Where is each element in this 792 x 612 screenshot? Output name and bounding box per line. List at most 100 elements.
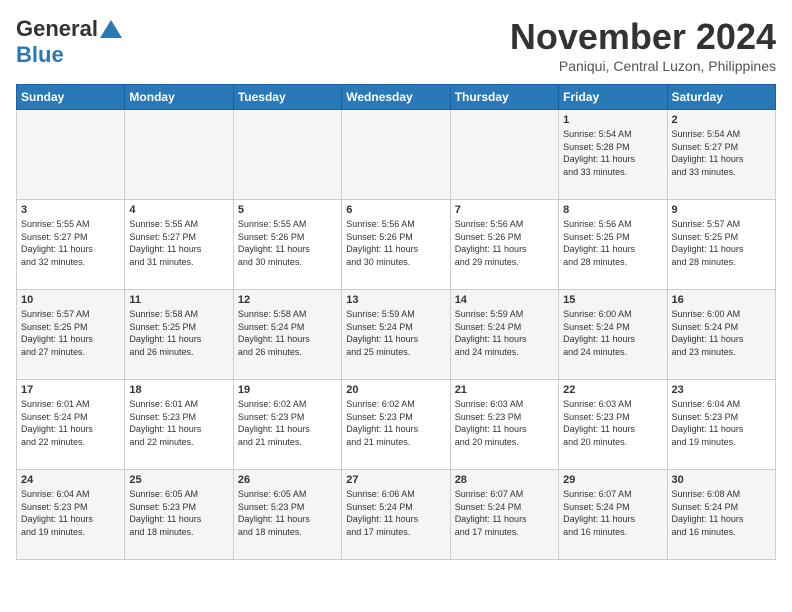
calendar-cell: 28 Sunrise: 6:07 AM Sunset: 5:24 PM Dayli… xyxy=(450,470,558,560)
day-number: 18 xyxy=(129,384,228,396)
day-number: 7 xyxy=(455,204,554,216)
calendar-cell: 27Sunrise: 6:06 AM Sunset: 5:24 PM Dayli… xyxy=(342,470,450,560)
calendar-cell xyxy=(450,110,558,200)
calendar-cell: 26 Sunrise: 6:05 AM Sunset: 5:23 PM Dayli… xyxy=(233,470,341,560)
calendar-cell: 18 Sunrise: 6:01 AM Sunset: 5:23 PM Dayli… xyxy=(125,380,233,470)
day-info: Sunrise: 6:02 AM Sunset: 5:23 PM Dayligh… xyxy=(346,398,445,448)
calendar-cell: 24Sunrise: 6:04 AM Sunset: 5:23 PM Dayli… xyxy=(17,470,125,560)
day-number: 6 xyxy=(346,204,445,216)
calendar-week-2: 3 Sunrise: 5:55 AM Sunset: 5:27 PM Daylig… xyxy=(17,200,776,290)
day-info: Sunrise: 6:07 AM Sunset: 5:24 PM Dayligh… xyxy=(455,488,554,538)
column-header-saturday: Saturday xyxy=(667,85,775,110)
day-number: 30 xyxy=(672,474,771,486)
calendar-cell: 11 Sunrise: 5:58 AM Sunset: 5:25 PM Dayli… xyxy=(125,290,233,380)
calendar-cell: 21Sunrise: 6:03 AM Sunset: 5:23 PM Dayli… xyxy=(450,380,558,470)
day-number: 5 xyxy=(238,204,337,216)
day-number: 2 xyxy=(672,114,771,126)
calendar-week-3: 10Sunrise: 5:57 AM Sunset: 5:25 PM Dayli… xyxy=(17,290,776,380)
column-header-sunday: Sunday xyxy=(17,85,125,110)
day-info: Sunrise: 6:03 AM Sunset: 5:23 PM Dayligh… xyxy=(455,398,554,448)
column-header-thursday: Thursday xyxy=(450,85,558,110)
day-info: Sunrise: 6:02 AM Sunset: 5:23 PM Dayligh… xyxy=(238,398,337,448)
day-number: 12 xyxy=(238,294,337,306)
calendar-cell: 3 Sunrise: 5:55 AM Sunset: 5:27 PM Daylig… xyxy=(17,200,125,290)
day-number: 8 xyxy=(563,204,662,216)
calendar-cell: 25Sunrise: 6:05 AM Sunset: 5:23 PM Dayli… xyxy=(125,470,233,560)
day-number: 26 xyxy=(238,474,337,486)
calendar-cell: 5 Sunrise: 5:55 AM Sunset: 5:26 PM Daylig… xyxy=(233,200,341,290)
day-info: Sunrise: 5:56 AM Sunset: 5:25 PM Dayligh… xyxy=(563,218,662,268)
calendar-week-4: 17 Sunrise: 6:01 AM Sunset: 5:24 PM Dayli… xyxy=(17,380,776,470)
day-info: Sunrise: 6:05 AM Sunset: 5:23 PM Dayligh… xyxy=(238,488,337,538)
logo-blue: Blue xyxy=(16,42,64,67)
day-number: 15 xyxy=(563,294,662,306)
calendar-cell xyxy=(342,110,450,200)
location: Paniqui, Central Luzon, Philippines xyxy=(510,58,776,74)
calendar-cell: 23Sunrise: 6:04 AM Sunset: 5:23 PM Dayli… xyxy=(667,380,775,470)
day-number: 19 xyxy=(238,384,337,396)
day-number: 28 xyxy=(455,474,554,486)
day-info: Sunrise: 5:59 AM Sunset: 5:24 PM Dayligh… xyxy=(346,308,445,358)
calendar-cell: 12 Sunrise: 5:58 AM Sunset: 5:24 PM Dayli… xyxy=(233,290,341,380)
day-number: 16 xyxy=(672,294,771,306)
calendar-cell xyxy=(17,110,125,200)
logo-icon xyxy=(100,18,122,40)
day-info: Sunrise: 6:00 AM Sunset: 5:24 PM Dayligh… xyxy=(563,308,662,358)
day-number: 13 xyxy=(346,294,445,306)
calendar-cell: 29 Sunrise: 6:07 AM Sunset: 5:24 PM Dayli… xyxy=(559,470,667,560)
logo-general: General xyxy=(16,16,98,42)
calendar-week-5: 24Sunrise: 6:04 AM Sunset: 5:23 PM Dayli… xyxy=(17,470,776,560)
calendar-cell: 8 Sunrise: 5:56 AM Sunset: 5:25 PM Daylig… xyxy=(559,200,667,290)
page-header: General Blue November 2024 Paniqui, Cent… xyxy=(16,16,776,74)
day-info: Sunrise: 6:00 AM Sunset: 5:24 PM Dayligh… xyxy=(672,308,771,358)
column-header-wednesday: Wednesday xyxy=(342,85,450,110)
column-header-monday: Monday xyxy=(125,85,233,110)
day-info: Sunrise: 5:54 AM Sunset: 5:28 PM Dayligh… xyxy=(563,128,662,178)
day-info: Sunrise: 5:57 AM Sunset: 5:25 PM Dayligh… xyxy=(672,218,771,268)
calendar-cell: 1Sunrise: 5:54 AM Sunset: 5:28 PM Daylig… xyxy=(559,110,667,200)
day-number: 27 xyxy=(346,474,445,486)
calendar-cell: 14Sunrise: 5:59 AM Sunset: 5:24 PM Dayli… xyxy=(450,290,558,380)
calendar-cell: 30 Sunrise: 6:08 AM Sunset: 5:24 PM Dayli… xyxy=(667,470,775,560)
day-info: Sunrise: 5:58 AM Sunset: 5:25 PM Dayligh… xyxy=(129,308,228,358)
day-info: Sunrise: 5:58 AM Sunset: 5:24 PM Dayligh… xyxy=(238,308,337,358)
calendar-cell: 13 Sunrise: 5:59 AM Sunset: 5:24 PM Dayli… xyxy=(342,290,450,380)
day-number: 22 xyxy=(563,384,662,396)
day-number: 24 xyxy=(21,474,120,486)
month-title: November 2024 xyxy=(510,16,776,58)
day-info: Sunrise: 5:56 AM Sunset: 5:26 PM Dayligh… xyxy=(455,218,554,268)
calendar-cell: 17 Sunrise: 6:01 AM Sunset: 5:24 PM Dayli… xyxy=(17,380,125,470)
day-number: 25 xyxy=(129,474,228,486)
day-info: Sunrise: 5:57 AM Sunset: 5:25 PM Dayligh… xyxy=(21,308,120,358)
day-info: Sunrise: 6:08 AM Sunset: 5:24 PM Dayligh… xyxy=(672,488,771,538)
calendar-cell: 10Sunrise: 5:57 AM Sunset: 5:25 PM Dayli… xyxy=(17,290,125,380)
day-number: 11 xyxy=(129,294,228,306)
day-info: Sunrise: 5:55 AM Sunset: 5:26 PM Dayligh… xyxy=(238,218,337,268)
day-info: Sunrise: 6:01 AM Sunset: 5:23 PM Dayligh… xyxy=(129,398,228,448)
calendar-cell xyxy=(125,110,233,200)
day-info: Sunrise: 6:07 AM Sunset: 5:24 PM Dayligh… xyxy=(563,488,662,538)
calendar-cell: 22Sunrise: 6:03 AM Sunset: 5:23 PM Dayli… xyxy=(559,380,667,470)
day-info: Sunrise: 5:55 AM Sunset: 5:27 PM Dayligh… xyxy=(129,218,228,268)
column-header-tuesday: Tuesday xyxy=(233,85,341,110)
calendar-cell: 20Sunrise: 6:02 AM Sunset: 5:23 PM Dayli… xyxy=(342,380,450,470)
day-number: 29 xyxy=(563,474,662,486)
logo: General Blue xyxy=(16,16,122,68)
calendar-cell: 6 Sunrise: 5:56 AM Sunset: 5:26 PM Daylig… xyxy=(342,200,450,290)
day-info: Sunrise: 5:56 AM Sunset: 5:26 PM Dayligh… xyxy=(346,218,445,268)
calendar-cell: 19 Sunrise: 6:02 AM Sunset: 5:23 PM Dayli… xyxy=(233,380,341,470)
day-info: Sunrise: 6:01 AM Sunset: 5:24 PM Dayligh… xyxy=(21,398,120,448)
day-number: 3 xyxy=(21,204,120,216)
calendar-cell: 4Sunrise: 5:55 AM Sunset: 5:27 PM Daylig… xyxy=(125,200,233,290)
title-block: November 2024 Paniqui, Central Luzon, Ph… xyxy=(510,16,776,74)
calendar-table: SundayMondayTuesdayWednesdayThursdayFrid… xyxy=(16,84,776,560)
calendar-header-row: SundayMondayTuesdayWednesdayThursdayFrid… xyxy=(17,85,776,110)
day-number: 9 xyxy=(672,204,771,216)
calendar-cell: 16 Sunrise: 6:00 AM Sunset: 5:24 PM Dayli… xyxy=(667,290,775,380)
day-number: 17 xyxy=(21,384,120,396)
calendar-cell: 15 Sunrise: 6:00 AM Sunset: 5:24 PM Dayli… xyxy=(559,290,667,380)
day-info: Sunrise: 5:55 AM Sunset: 5:27 PM Dayligh… xyxy=(21,218,120,268)
day-number: 23 xyxy=(672,384,771,396)
calendar-cell: 2Sunrise: 5:54 AM Sunset: 5:27 PM Daylig… xyxy=(667,110,775,200)
calendar-cell: 9 Sunrise: 5:57 AM Sunset: 5:25 PM Daylig… xyxy=(667,200,775,290)
